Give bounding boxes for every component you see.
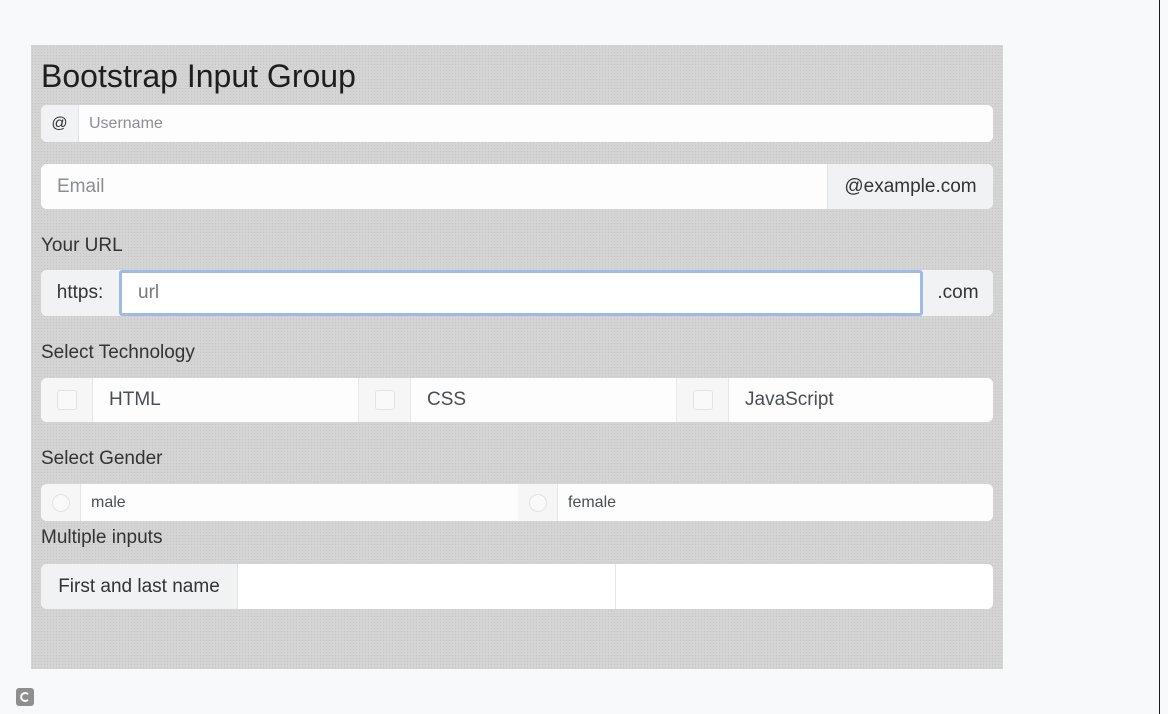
email-input-group: Email @example.com	[41, 164, 993, 209]
last-name-input[interactable]	[616, 564, 993, 609]
male-radio[interactable]	[51, 493, 70, 512]
at-addon: @	[41, 105, 79, 142]
female-radio-cell	[518, 484, 558, 521]
css-option-text[interactable]: CSS	[411, 378, 677, 422]
corner-app-icon[interactable]	[16, 688, 34, 706]
username-input-group: @ Username	[41, 105, 993, 142]
technology-input-group: HTML CSS JavaScript	[41, 378, 993, 422]
email-input[interactable]: Email	[41, 164, 827, 209]
javascript-checkbox-cell	[677, 378, 729, 422]
url-input-group: https: url .com	[41, 270, 993, 316]
gender-input-group: male female	[41, 484, 993, 521]
gender-label: Select Gender	[41, 448, 163, 469]
css-checkbox-cell	[359, 378, 411, 422]
url-input[interactable]: url	[119, 270, 923, 316]
username-input[interactable]: Username	[79, 105, 993, 142]
technology-label: Select Technology	[41, 342, 195, 363]
page-edge	[1159, 0, 1160, 714]
javascript-checkbox[interactable]	[692, 390, 713, 410]
url-suffix-addon: .com	[923, 270, 993, 316]
html-checkbox[interactable]	[56, 390, 77, 410]
css-checkbox[interactable]	[374, 390, 395, 410]
female-option-text[interactable]: female	[558, 484, 993, 521]
name-addon: First and last name	[41, 564, 238, 609]
html-option-text[interactable]: HTML	[93, 378, 359, 422]
form-panel: Bootstrap Input Group @ Username Email @…	[31, 45, 1003, 669]
url-prefix-addon: https:	[41, 270, 119, 316]
name-input-group: First and last name	[41, 564, 993, 609]
html-checkbox-cell	[41, 378, 93, 422]
javascript-option-text[interactable]: JavaScript	[729, 378, 993, 422]
page-title: Bootstrap Input Group	[41, 58, 356, 94]
female-radio[interactable]	[528, 493, 547, 512]
multiple-inputs-label: Multiple inputs	[41, 527, 163, 548]
email-domain-addon: @example.com	[827, 164, 993, 209]
first-name-input[interactable]	[238, 564, 616, 609]
male-option-text[interactable]: male	[81, 484, 518, 521]
url-label: Your URL	[41, 235, 123, 256]
male-radio-cell	[41, 484, 81, 521]
